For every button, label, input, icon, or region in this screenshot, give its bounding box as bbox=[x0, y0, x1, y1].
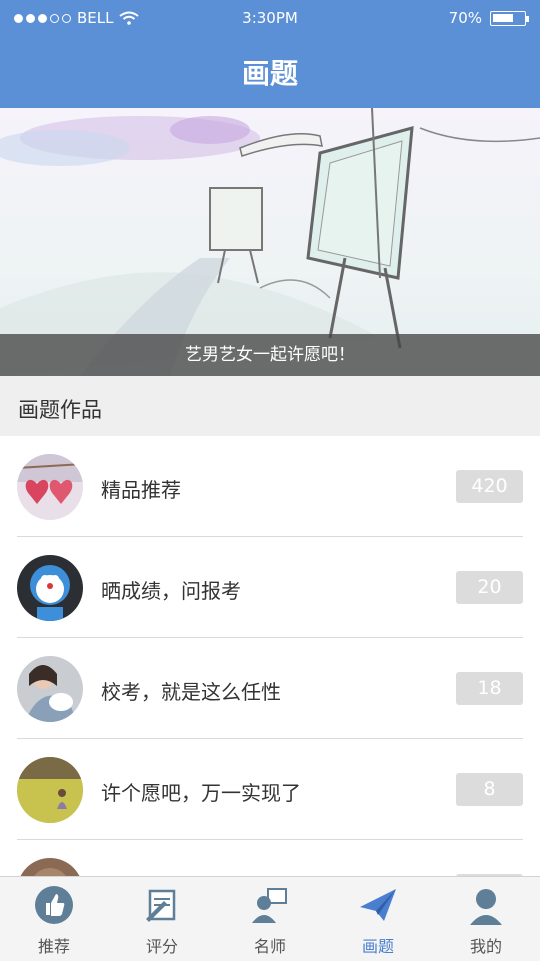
avatar bbox=[17, 656, 83, 722]
item-count-badge: 20 bbox=[456, 571, 523, 604]
paper-plane-icon bbox=[360, 889, 396, 921]
section-header: 画题作品 bbox=[0, 376, 540, 436]
list-item[interactable]: 晒成绩，问报考 20 bbox=[0, 537, 540, 638]
thumbs-up-icon bbox=[35, 886, 73, 924]
paper-pen-icon bbox=[146, 889, 176, 922]
item-label: 精品推荐 bbox=[101, 478, 181, 502]
tab-topics[interactable]: 画题 bbox=[324, 877, 432, 961]
tab-label: 我的 bbox=[469, 937, 502, 956]
tab-label: 画题 bbox=[361, 937, 394, 956]
tab-mine[interactable]: 我的 bbox=[432, 877, 540, 961]
teacher-icon bbox=[252, 888, 287, 923]
topic-list: 精品推荐 420 晒成绩，问报考 20 校考，就是这么任性 18 许个愿吧，万一… bbox=[0, 436, 540, 941]
list-item[interactable]: 精品推荐 420 bbox=[0, 436, 540, 537]
page-title: 画题 bbox=[241, 57, 298, 90]
item-count-badge: 8 bbox=[456, 773, 523, 806]
tab-recommend[interactable]: 推荐 bbox=[0, 877, 108, 961]
battery-icon bbox=[490, 10, 529, 26]
item-label: 晒成绩，问报考 bbox=[101, 579, 241, 603]
tab-label: 名师 bbox=[253, 937, 286, 956]
avatar bbox=[17, 555, 83, 621]
section-title: 画题作品 bbox=[18, 398, 102, 422]
avatar bbox=[17, 757, 83, 823]
item-label: 校考，就是这么任性 bbox=[101, 680, 281, 704]
banner-image[interactable]: 艺男艺女一起许愿吧！ bbox=[0, 108, 540, 376]
tab-label: 评分 bbox=[145, 937, 178, 956]
tab-teachers[interactable]: 名师 bbox=[216, 877, 324, 961]
list-item[interactable]: 校考，就是这么任性 18 bbox=[0, 638, 540, 739]
item-count-badge: 420 bbox=[456, 470, 523, 503]
top-bar: BELL 3:30PM 70% 画题 bbox=[0, 0, 540, 108]
status-bar: BELL 3:30PM 70% bbox=[0, 0, 540, 36]
avatar bbox=[17, 454, 83, 520]
banner-caption: 艺男艺女一起许愿吧！ bbox=[0, 334, 540, 376]
list-item[interactable]: 许个愿吧，万一实现了 8 bbox=[0, 739, 540, 840]
battery-percent: 70% bbox=[448, 9, 482, 27]
tab-bar: 推荐 评分 名师 画题 我的 bbox=[0, 876, 540, 961]
tab-rating[interactable]: 评分 bbox=[108, 877, 216, 961]
user-icon bbox=[470, 889, 502, 925]
item-label: 许个愿吧，万一实现了 bbox=[101, 781, 301, 805]
item-count-badge: 18 bbox=[456, 672, 523, 705]
tab-label: 推荐 bbox=[37, 937, 70, 956]
